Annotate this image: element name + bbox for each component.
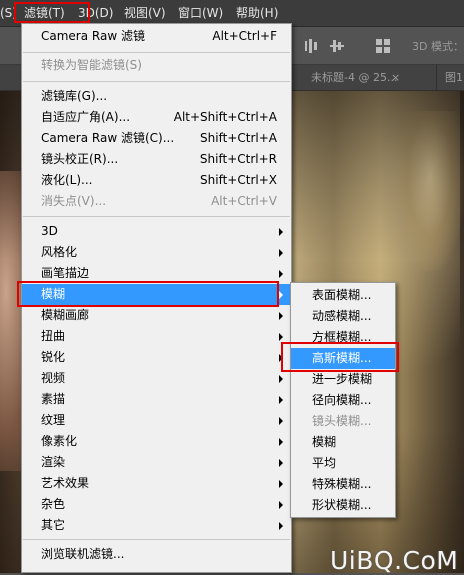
align-distribute-icon[interactable] (305, 39, 319, 53)
menu-item-liquify[interactable]: 液化(L)... Shift+Ctrl+X (22, 170, 291, 191)
menubar-item-help[interactable]: 帮助(H) (236, 4, 278, 22)
submenu-arrow-icon (279, 312, 283, 320)
menu-item-vanishing-point: 消失点(V)... Alt+Ctrl+V (41, 194, 277, 208)
menu-item-convert-smart-filter: 转换为智能滤镜(S) (41, 58, 142, 72)
menu-item-3d[interactable]: 3D (22, 221, 291, 242)
menu-item-camera-raw-filter[interactable]: Camera Raw 滤镜(C)... Shift+Ctrl+A (22, 128, 291, 149)
menu-item-texture[interactable]: 纹理 (22, 410, 291, 431)
filter-menu-highlight-box (14, 2, 90, 23)
submenu-arrow-icon (279, 375, 283, 383)
menu-divider (23, 216, 290, 217)
menu-divider (23, 81, 290, 82)
menu-item-stylize[interactable]: 风格化 (22, 242, 291, 263)
menu-item-filter-gallery[interactable]: 滤镜库(G)... (22, 86, 291, 107)
menu-item-sharpen[interactable]: 锐化 (22, 347, 291, 368)
submenu-arrow-icon (279, 501, 283, 509)
menu-item-video[interactable]: 视频 (22, 368, 291, 389)
submenu-item-shape-blur[interactable]: 形状模糊... (291, 495, 395, 516)
submenu-item-blur[interactable]: 模糊 (291, 432, 395, 453)
submenu-item-radial-blur[interactable]: 径向模糊... (291, 390, 395, 411)
menubar-item-window[interactable]: 窗口(W) (178, 4, 223, 22)
submenu-arrow-icon (279, 438, 283, 446)
blur-submenu: 表面模糊... 动感模糊... 方框模糊... 高斯模糊... 进一步模糊 径向… (290, 282, 396, 518)
submenu-arrow-icon (279, 417, 283, 425)
submenu-arrow-icon (279, 228, 283, 236)
blur-highlight-box (17, 281, 279, 307)
menu-item-lens-correction[interactable]: 镜头校正(R)... Shift+Ctrl+R (22, 149, 291, 170)
menu-item-pixelate[interactable]: 像素化 (22, 431, 291, 452)
menu-item-render[interactable]: 渲染 (22, 452, 291, 473)
menu-item-camera-raw-last[interactable]: Camera Raw 滤镜 Alt+Ctrl+F (22, 26, 291, 47)
submenu-item-average[interactable]: 平均 (291, 453, 395, 474)
submenu-item-lens-blur: 镜头模糊... (312, 414, 372, 428)
menu-item-blur-gallery[interactable]: 模糊画廊 (22, 305, 291, 326)
submenu-item-blur-more[interactable]: 进一步模糊 (291, 369, 395, 390)
menu-divider (23, 539, 290, 540)
submenu-arrow-icon (279, 459, 283, 467)
submenu-arrow-icon (279, 480, 283, 488)
align-vertical-icon[interactable] (330, 39, 344, 53)
menu-item-noise[interactable]: 杂色 (22, 494, 291, 515)
gaussian-blur-highlight-box (281, 342, 399, 372)
tab-image-1[interactable]: 图1 (436, 65, 463, 90)
menu-item-distort[interactable]: 扭曲 (22, 326, 291, 347)
menu-item-other[interactable]: 其它 (22, 515, 291, 536)
submenu-arrow-icon (279, 270, 283, 278)
menu-item-artistic[interactable]: 艺术效果 (22, 473, 291, 494)
submenu-arrow-icon (279, 291, 283, 299)
menu-item-sketch[interactable]: 素描 (22, 389, 291, 410)
submenu-arrow-icon (279, 396, 283, 404)
menu-item-adaptive-wide-angle[interactable]: 自适应广角(A)... Alt+Shift+Ctrl+A (22, 107, 291, 128)
close-icon[interactable]: × (383, 65, 400, 90)
menu-divider (23, 52, 290, 53)
submenu-arrow-icon (279, 522, 283, 530)
arrange-icon[interactable] (376, 39, 390, 53)
watermark: UiBQ.CoM (330, 546, 459, 575)
submenu-arrow-icon (279, 333, 283, 341)
menu-item-browse-online-filters[interactable]: 浏览联机滤镜... (22, 544, 291, 565)
menubar-item-view[interactable]: 视图(V) (124, 4, 166, 22)
submenu-item-surface-blur[interactable]: 表面模糊... (291, 285, 395, 306)
submenu-arrow-icon (279, 249, 283, 257)
3d-mode-label: 3D 模式： (412, 40, 464, 53)
submenu-item-smart-blur[interactable]: 特殊模糊... (291, 474, 395, 495)
submenu-item-motion-blur[interactable]: 动感模糊... (291, 306, 395, 327)
